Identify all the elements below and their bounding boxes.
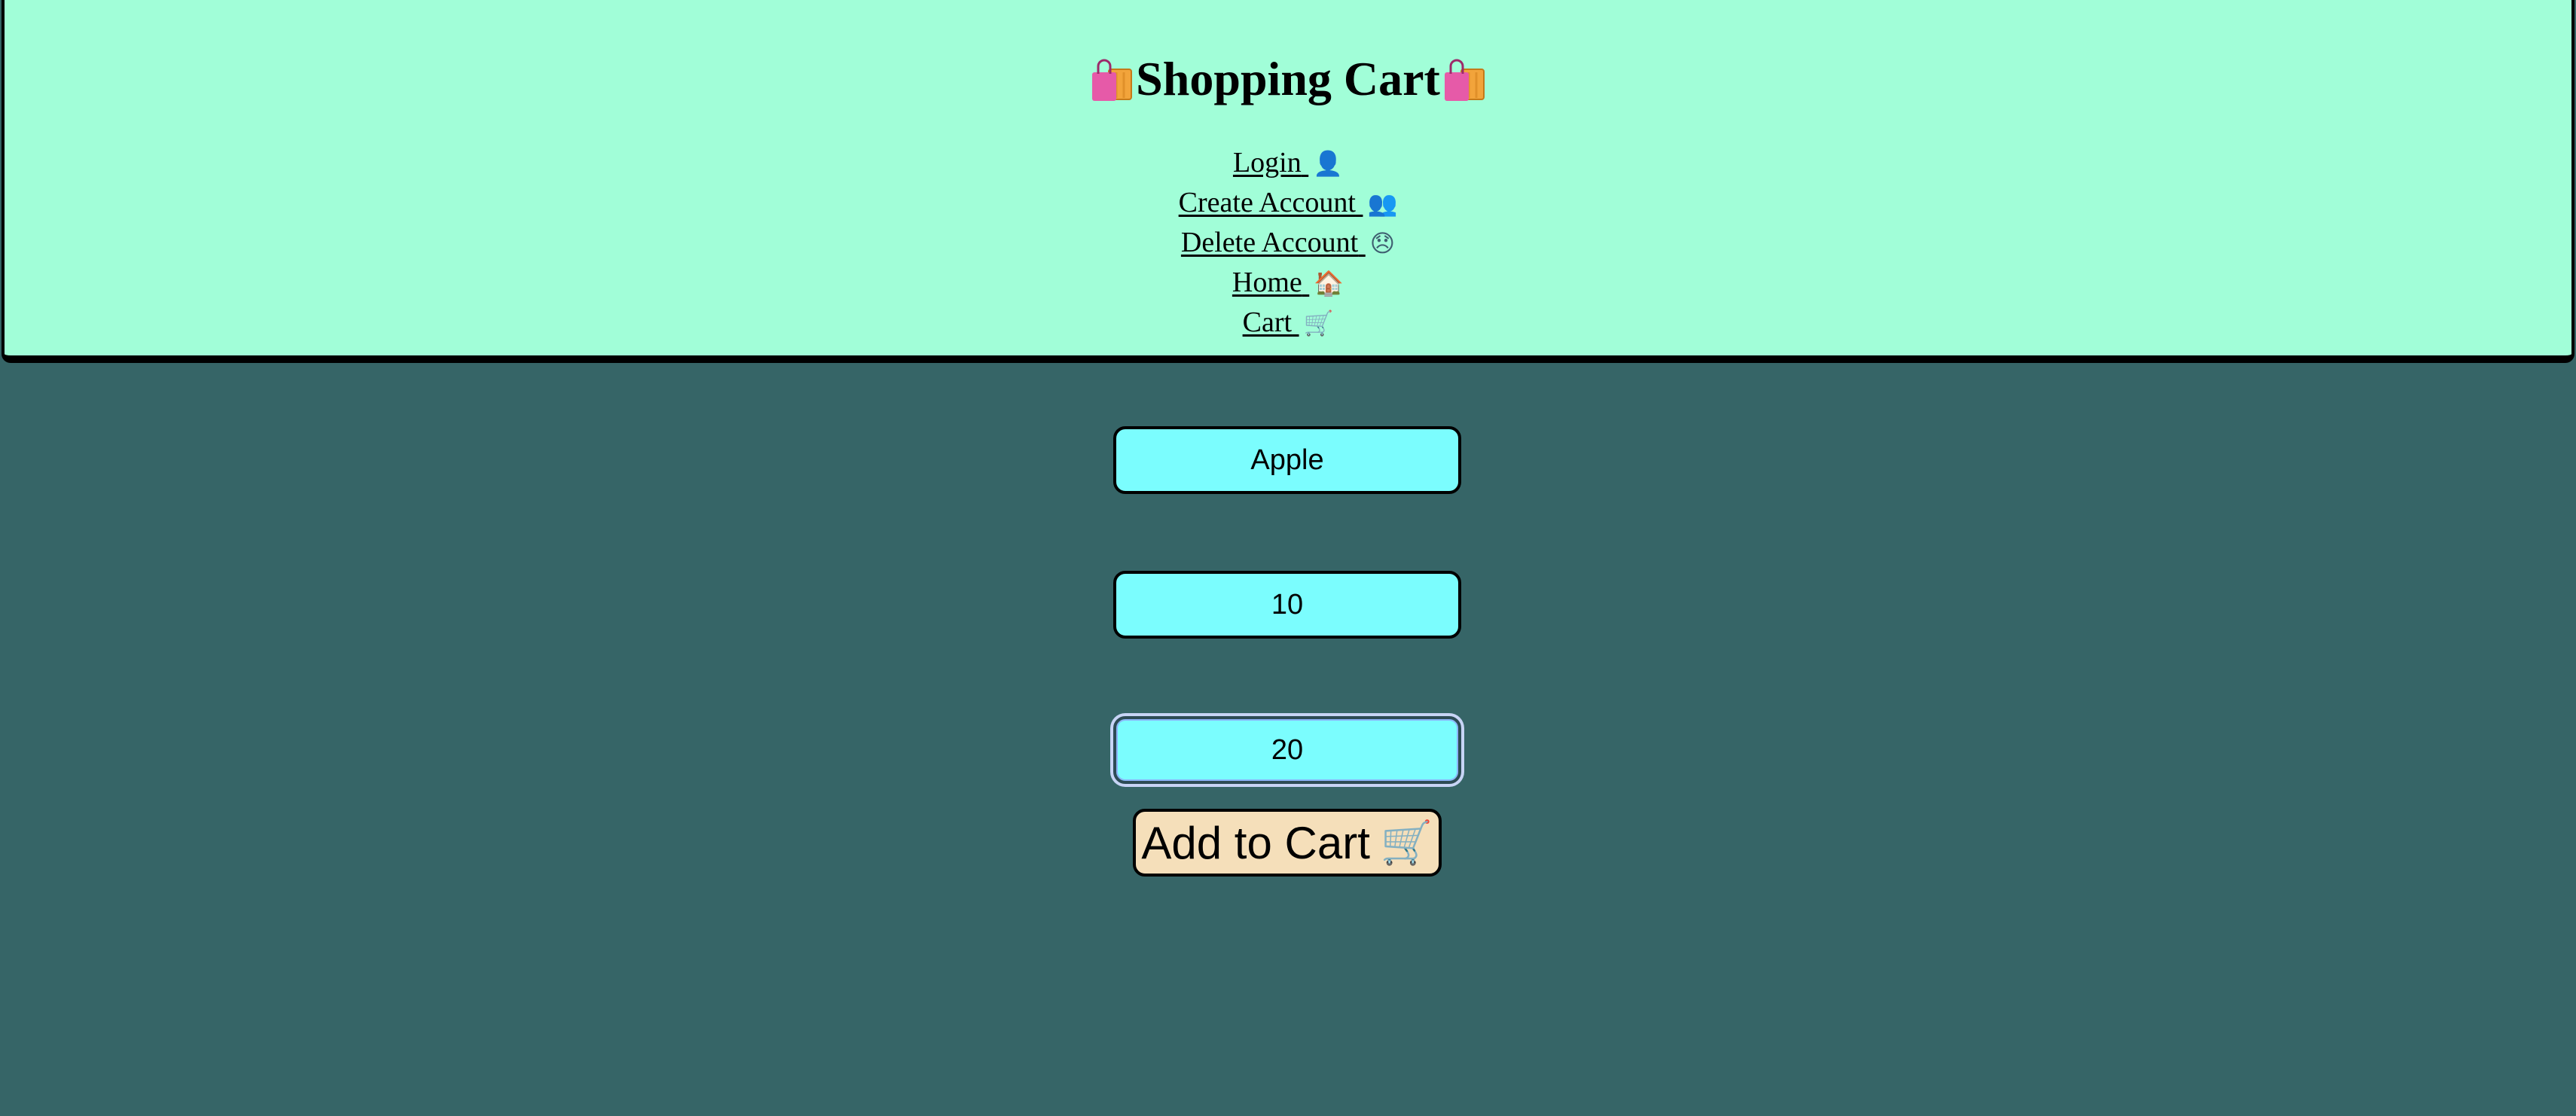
home-link-label: Home bbox=[1232, 267, 1302, 298]
item-name-input[interactable] bbox=[1113, 426, 1461, 494]
cart-link-label: Cart bbox=[1242, 306, 1293, 338]
nav-item-delete-account: Delete Account 😞 bbox=[5, 223, 2571, 263]
shopping-bags-icon bbox=[1442, 56, 1487, 102]
user-icon: 👤 bbox=[1313, 149, 1344, 178]
house-icon: 🏠 bbox=[1314, 269, 1344, 297]
nav-menu: Login 👤 Create Account 👥 Delete Account … bbox=[5, 143, 2571, 343]
nav-item-create-account: Create Account 👥 bbox=[5, 183, 2571, 223]
site-header: Shopping Cart Login 👤 Create Account 👥 D… bbox=[2, 0, 2574, 363]
cart-icon: 🛒 bbox=[1303, 309, 1334, 337]
nav-item-home: Home 🏠 bbox=[5, 263, 2571, 303]
create-account-link-label: Create Account bbox=[1178, 187, 1356, 218]
add-to-cart-button[interactable]: Add to Cart 🛒 bbox=[1133, 809, 1442, 877]
price-input[interactable] bbox=[1113, 716, 1461, 784]
create-account-link[interactable]: Create Account 👥 bbox=[1179, 187, 1398, 218]
login-link[interactable]: Login 👤 bbox=[1233, 147, 1343, 178]
users-icon: 👥 bbox=[1367, 189, 1398, 218]
sad-face-icon: 😞 bbox=[1369, 229, 1396, 258]
shopping-bags-icon bbox=[1089, 56, 1134, 102]
page-title: Shopping Cart bbox=[5, 0, 2571, 110]
home-link[interactable]: Home 🏠 bbox=[1232, 267, 1344, 298]
delete-account-link-label: Delete Account bbox=[1180, 227, 1359, 258]
nav-item-login: Login 👤 bbox=[5, 143, 2571, 183]
cart-link[interactable]: Cart 🛒 bbox=[1243, 306, 1334, 338]
nav-item-cart: Cart 🛒 bbox=[5, 303, 2571, 343]
delete-account-link[interactable]: Delete Account 😞 bbox=[1181, 227, 1395, 258]
login-link-label: Login bbox=[1232, 147, 1302, 178]
page-title-text: Shopping Cart bbox=[1136, 52, 1440, 105]
cart-icon: 🛒 bbox=[1380, 819, 1433, 867]
add-to-cart-label: Add to Cart bbox=[1141, 817, 1370, 868]
quantity-input[interactable] bbox=[1113, 571, 1461, 639]
